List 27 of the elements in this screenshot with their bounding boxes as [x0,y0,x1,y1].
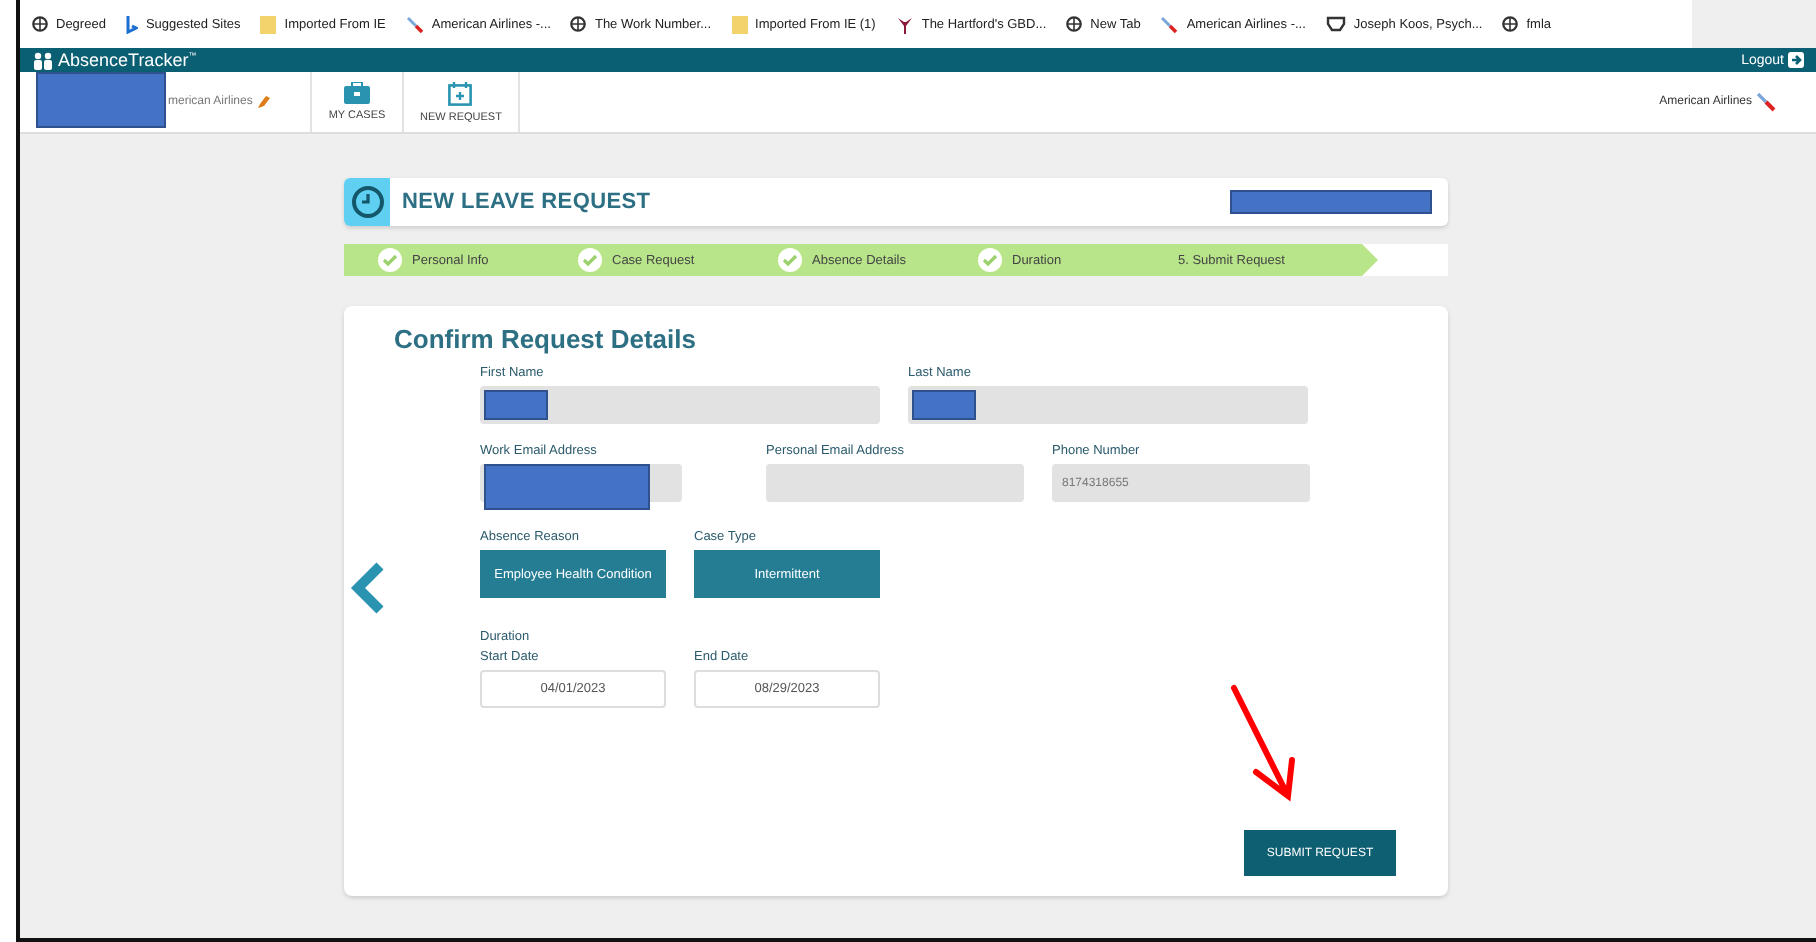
text-field[interactable] [480,386,880,424]
redaction-box [484,390,548,420]
globe-icon [1066,16,1083,32]
text-field[interactable] [908,386,1308,424]
check-icon [978,248,1002,272]
redaction-box [36,72,166,128]
check-icon [778,248,802,272]
globe-icon [32,16,48,32]
text-field[interactable] [766,464,1024,502]
folder-icon [731,15,748,33]
briefcase-icon [344,82,370,104]
pencil-icon[interactable] [258,96,271,108]
arrow-annotation [1228,684,1300,804]
form-title: Confirm Request Details [394,324,696,354]
redaction-box [912,390,976,420]
check-icon [378,248,402,272]
page-title: NEW LEAVE REQUEST [402,190,651,214]
folder-icon [260,15,277,33]
airline-logo-icon [405,15,424,33]
globe-icon [1502,16,1519,32]
airline-logo-icon [1756,92,1776,112]
globe-icon [570,16,587,32]
calendar-icon [448,81,473,105]
clock-icon [344,178,390,226]
airline-logo-icon [1160,15,1179,33]
b-letter-icon [125,15,138,33]
check-icon [578,248,602,272]
